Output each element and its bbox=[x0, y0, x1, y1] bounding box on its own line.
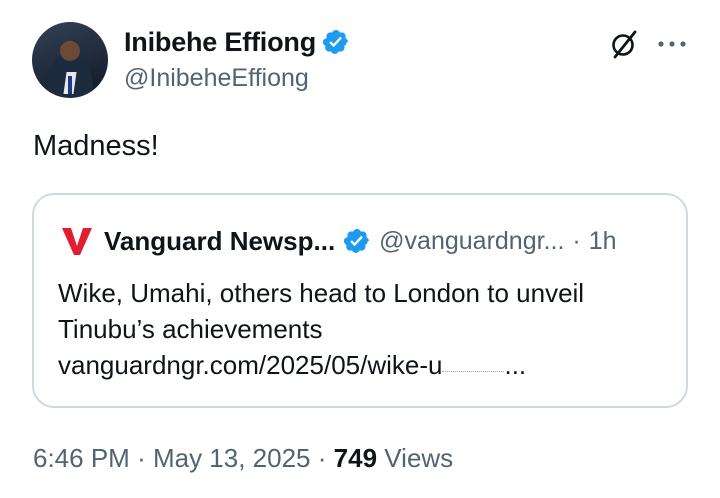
link-mask bbox=[442, 370, 505, 372]
quoted-text-line-2: Tinubu’s achievements bbox=[58, 314, 323, 344]
more-icon bbox=[658, 41, 686, 47]
grok-icon bbox=[612, 30, 637, 59]
display-name-row: Inibehe Effiong bbox=[124, 24, 350, 60]
tweet-text: Madness! bbox=[33, 130, 159, 162]
tweet-date[interactable]: May 13, 2025 bbox=[153, 443, 311, 473]
quoted-timestamp[interactable]: 1h bbox=[589, 227, 617, 256]
tweet-header: Inibehe Effiong @InibeheEffiong bbox=[32, 22, 688, 102]
tweet-meta: 6:46 PM · May 13, 2025 · 749 Views bbox=[33, 443, 453, 474]
author-display-name[interactable]: Inibehe Effiong bbox=[124, 27, 316, 58]
quoted-author-handle[interactable]: @vanguardngr... bbox=[379, 227, 564, 256]
meta-separator: · bbox=[137, 443, 146, 473]
quoted-separator: · bbox=[572, 226, 581, 255]
tweet-time[interactable]: 6:46 PM bbox=[33, 443, 130, 473]
more-button[interactable] bbox=[652, 26, 692, 62]
quoted-tweet-card[interactable]: Vanguard Newsp... @vanguardngr... · 1h W… bbox=[32, 193, 688, 408]
author-handle[interactable]: @InibeheEffiong bbox=[124, 64, 350, 93]
quoted-text-line-1: Wike, Umahi, others head to London to un… bbox=[58, 278, 585, 308]
avatar[interactable] bbox=[32, 22, 108, 98]
quoted-header: Vanguard Newsp... @vanguardngr... · 1h bbox=[60, 225, 617, 257]
avatar-tie bbox=[68, 76, 72, 94]
quoted-text: Wike, Umahi, others head to London to un… bbox=[58, 275, 658, 383]
quoted-author-name[interactable]: Vanguard Newsp... bbox=[104, 226, 335, 257]
views-count[interactable]: 749 bbox=[334, 443, 377, 473]
verified-badge-icon[interactable] bbox=[343, 227, 371, 255]
views-label: Views bbox=[384, 443, 454, 473]
grok-button[interactable] bbox=[606, 26, 642, 62]
quoted-link-ellipsis: ... bbox=[504, 350, 527, 380]
meta-separator: · bbox=[317, 443, 327, 473]
quoted-link-text[interactable]: vanguardngr.com/2025/05/wike-u bbox=[58, 350, 442, 380]
author-names: Inibehe Effiong @InibeheEffiong bbox=[124, 24, 350, 93]
quoted-link[interactable]: vanguardngr.com/2025/05/wike-u... bbox=[58, 347, 658, 383]
vanguard-logo-icon[interactable] bbox=[60, 225, 94, 257]
verified-badge-icon[interactable] bbox=[322, 28, 350, 56]
